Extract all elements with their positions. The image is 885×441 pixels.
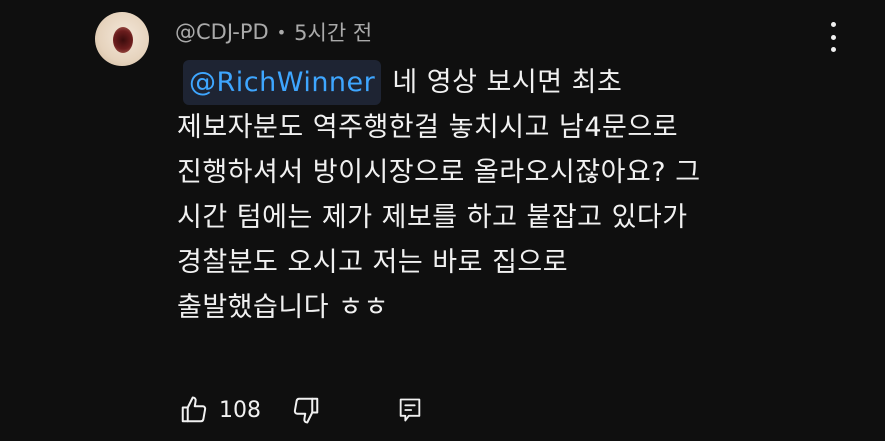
avatar[interactable] xyxy=(95,12,149,66)
comment-line: 시간 텀에는 제가 제보를 하고 붙잡고 있다가 xyxy=(177,202,688,233)
comment-header: @CDJ-PD • 5시간 전 xyxy=(175,17,372,47)
thumbs-down-icon xyxy=(293,397,319,424)
dislike-button[interactable] xyxy=(289,393,323,427)
author-name[interactable]: @CDJ-PD xyxy=(175,20,269,44)
comment-line: 경찰분도 오시고 저는 바로 집으로 xyxy=(177,247,569,278)
header-separator: • xyxy=(276,22,287,42)
menu-dot xyxy=(830,34,836,40)
comment-actions: 108 xyxy=(177,390,427,430)
menu-dot xyxy=(830,47,836,52)
comment-text: @RichWinner 네 영상 보시면 최초 제보자분도 역주행한걸 놓치시고… xyxy=(177,60,867,330)
more-vert-icon[interactable] xyxy=(826,22,840,52)
thumbs-up-icon xyxy=(181,396,207,423)
comment-line: 출발했습니다 ㅎㅎ xyxy=(177,292,389,323)
menu-dot xyxy=(830,22,836,27)
reply-button[interactable] xyxy=(393,393,427,427)
comment-line: 진행하셔서 방이시장으로 올라오시잖아요? 그 xyxy=(177,157,701,188)
like-button[interactable] xyxy=(177,393,211,427)
comment-line: @RichWinner 네 영상 보시면 최초 xyxy=(177,60,867,105)
mention-link[interactable]: @RichWinner xyxy=(183,60,382,105)
like-count: 108 xyxy=(219,397,261,423)
comment-line: 제보자분도 역주행한걸 놓치시고 남4문으로 xyxy=(177,112,679,143)
reply-comment-icon xyxy=(399,398,421,422)
comment-line-text: 네 영상 보시면 최초 xyxy=(392,67,623,98)
avatar-image xyxy=(113,27,133,53)
comment-timestamp[interactable]: 5시간 전 xyxy=(294,17,372,47)
comment-card: @CDJ-PD • 5시간 전 @RichWinner 네 영상 보시면 최초 … xyxy=(0,0,885,441)
